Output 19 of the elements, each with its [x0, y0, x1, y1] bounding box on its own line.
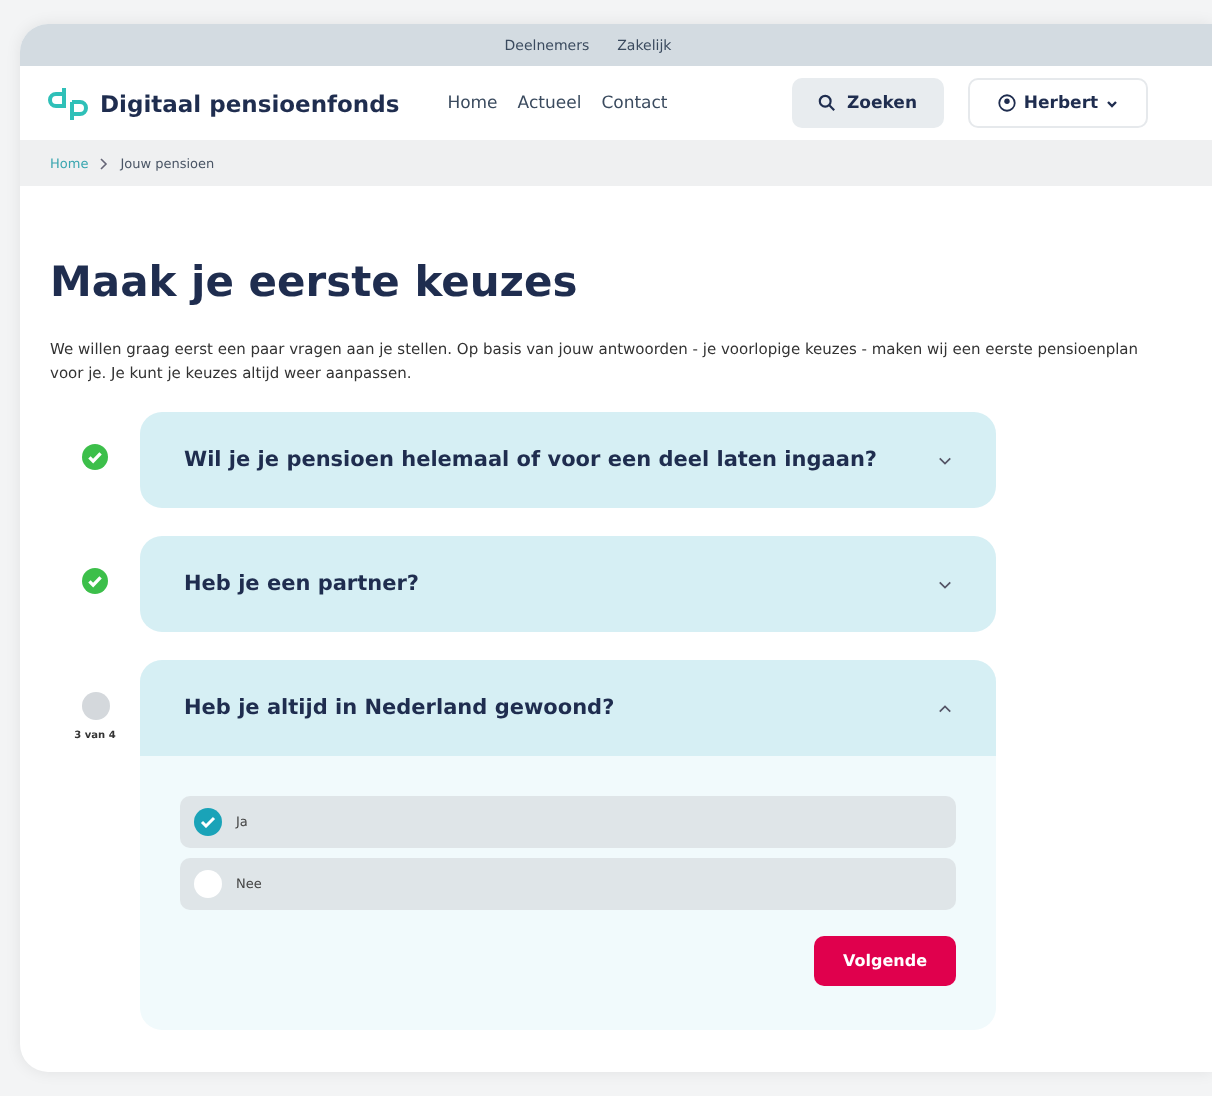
chevron-icon: [938, 703, 952, 714]
user-icon: [997, 94, 1016, 112]
caret-icon: [1106, 99, 1119, 107]
question-header[interactable]: Heb je een partner?: [140, 536, 996, 633]
nav-link[interactable]: Actueel: [517, 93, 582, 113]
logo-icon: [48, 85, 88, 121]
chevron-icon: [938, 455, 952, 466]
search-button[interactable]: Zoeken: [792, 78, 944, 128]
question-header[interactable]: Heb je altijd in Nederland gewoond?: [140, 660, 996, 757]
brand-name: Digitaal pensioenfonds: [100, 89, 400, 117]
chevron-right-icon: [100, 157, 109, 169]
chevron-icon: [938, 579, 952, 590]
nav-link[interactable]: Contact: [601, 93, 668, 113]
user-menu-button[interactable]: Herbert: [968, 78, 1148, 128]
nav-link[interactable]: Home: [447, 93, 498, 113]
page-title: Maak je eerste keuzes: [50, 258, 580, 306]
question-header[interactable]: Wil je je pensioen helemaal of voor een deel laten ingaan?: [140, 412, 996, 509]
next-button[interactable]: Volgende: [814, 936, 956, 987]
search-icon: [818, 94, 837, 112]
